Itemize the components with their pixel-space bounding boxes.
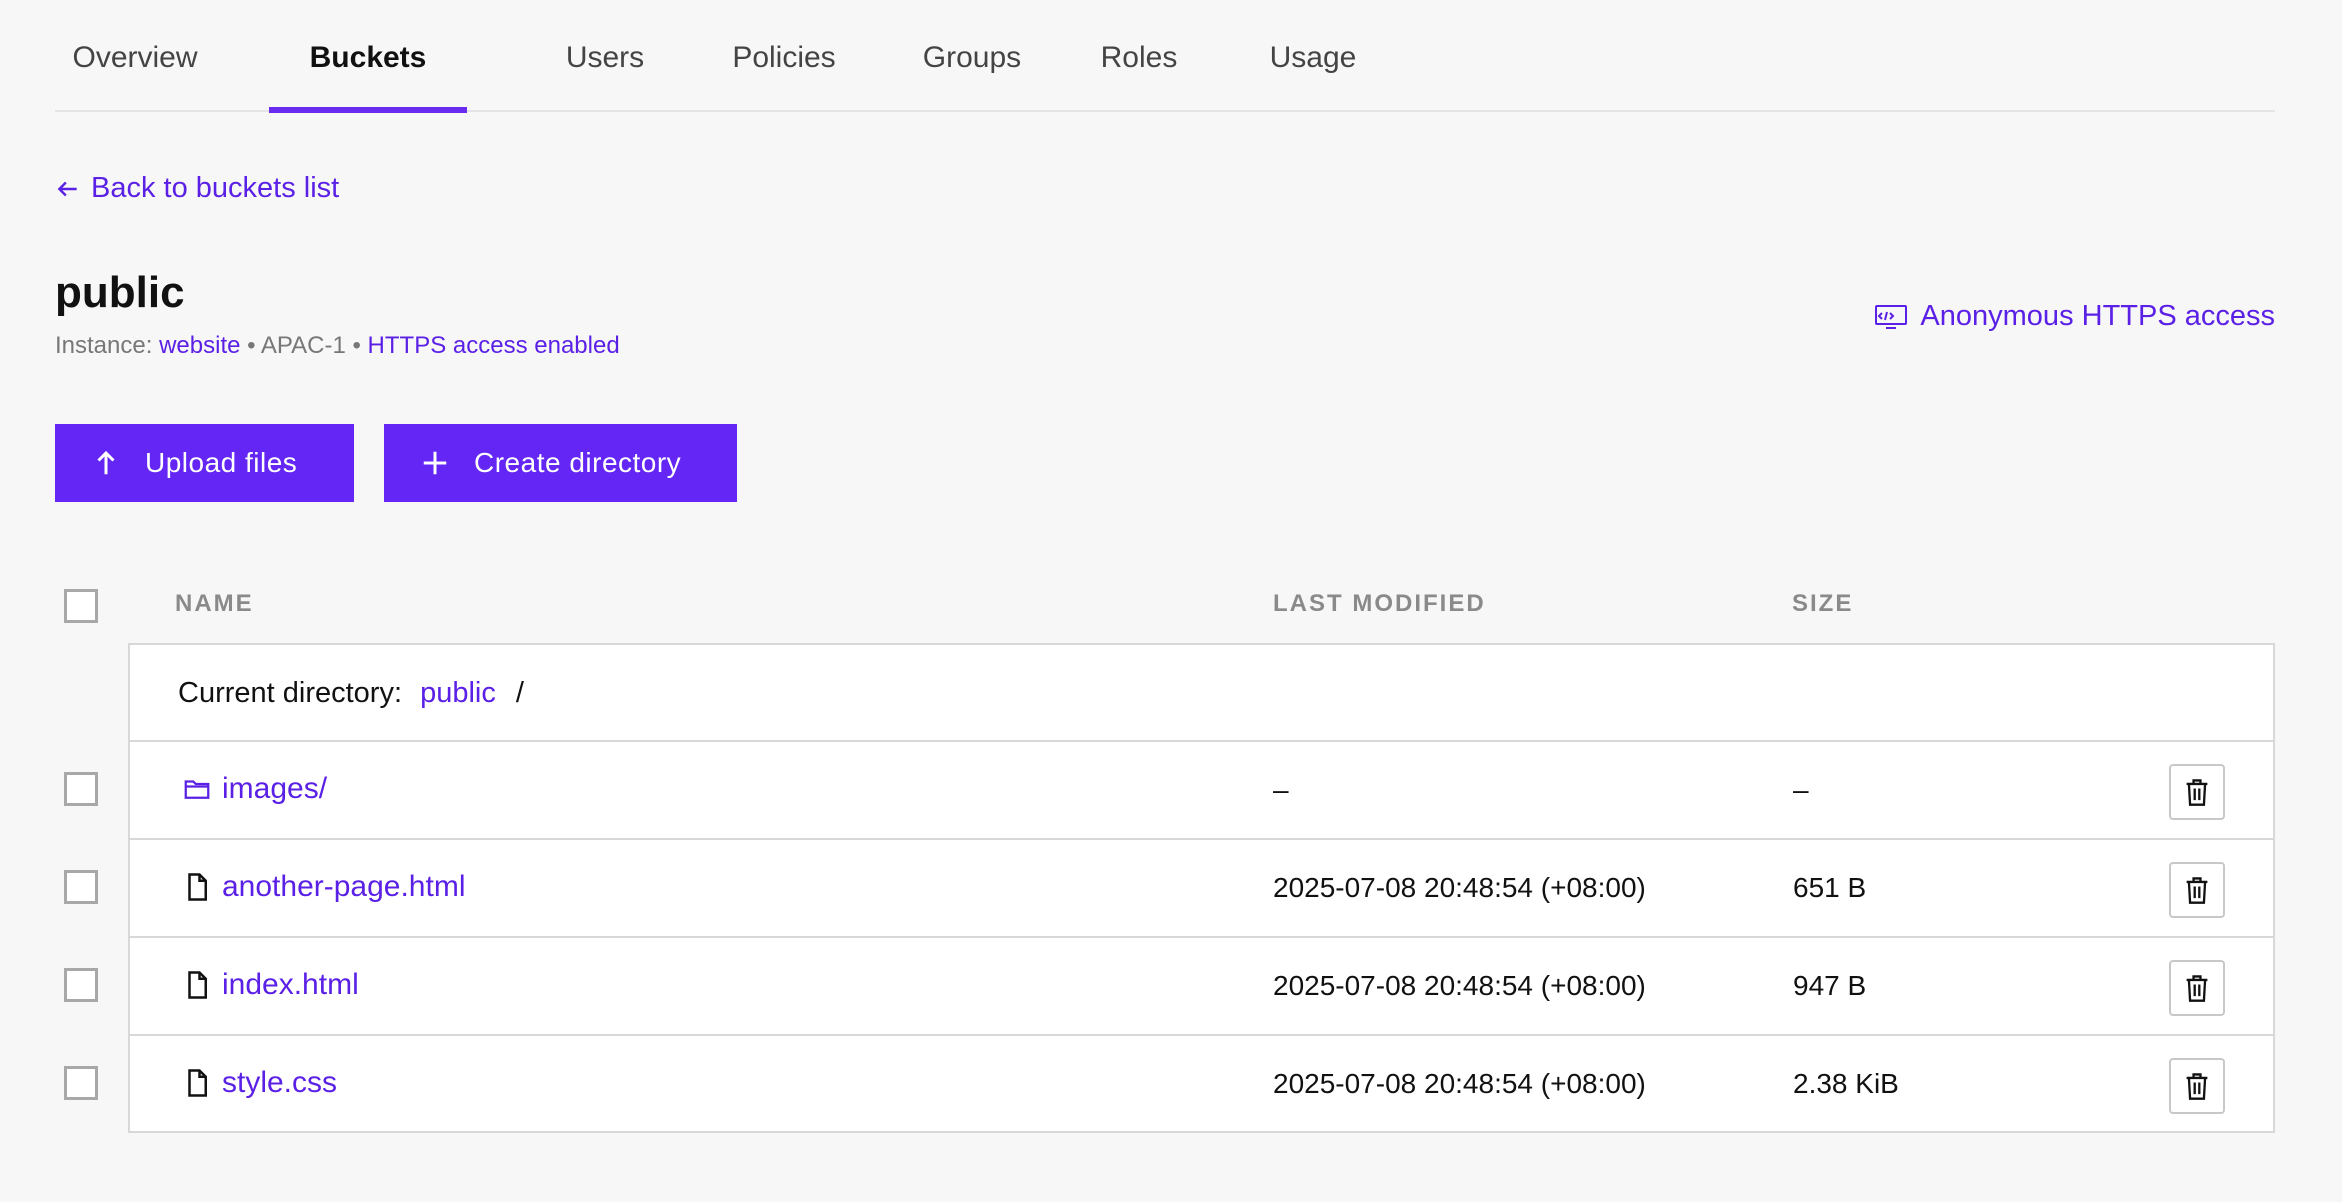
current-directory-label: Current directory: xyxy=(178,677,403,709)
size-cell: 947 B xyxy=(1793,970,1867,1001)
back-link-label: Back to buckets list xyxy=(91,172,340,204)
arrow-up-icon xyxy=(97,450,115,475)
arrow-left-icon xyxy=(57,181,77,196)
trash-icon xyxy=(2186,877,2208,904)
meta-separator: • xyxy=(247,332,256,359)
bucket-meta: Instance: website • APAC-1 • HTTPS acces… xyxy=(55,332,620,360)
tab-bar: Overview Buckets Users Policies Groups R… xyxy=(55,0,2275,113)
last-modified-cell: 2025-07-08 20:48:54 (+08:00) xyxy=(1273,970,1646,1001)
column-size-header[interactable]: SIZE xyxy=(1792,590,1853,618)
page: Overview Buckets Users Policies Groups R… xyxy=(55,0,2275,1133)
folder-name: images/ xyxy=(222,772,328,805)
last-modified-cell: 2025-07-08 20:48:54 (+08:00) xyxy=(1273,1068,1646,1099)
delete-button[interactable] xyxy=(2169,1058,2225,1114)
create-dir-label: Create directory xyxy=(474,447,682,478)
file-name: another-page.html xyxy=(222,870,466,903)
table-header: NAME LAST MODIFIED SIZE xyxy=(55,582,2275,630)
tab-usage[interactable]: Usage xyxy=(1203,0,1423,111)
folder-icon xyxy=(184,780,210,799)
create-directory-button[interactable]: Create directory xyxy=(384,424,737,502)
file-table: Current directory: public / images/ – – … xyxy=(128,643,2275,1133)
size-cell: 651 B xyxy=(1793,872,1867,903)
path-separator: / xyxy=(515,677,524,709)
row-checkbox[interactable] xyxy=(64,1066,98,1100)
row-checkbox[interactable] xyxy=(64,870,98,904)
meta-separator: • xyxy=(352,332,361,359)
file-name-link[interactable]: index.html xyxy=(182,968,359,1002)
tab-overview[interactable]: Overview xyxy=(55,0,215,111)
last-modified-cell: 2025-07-08 20:48:54 (+08:00) xyxy=(1273,872,1646,903)
current-directory: Current directory: public / xyxy=(178,677,524,710)
last-modified-cell: – xyxy=(1273,774,1289,805)
plus-icon xyxy=(423,451,447,475)
column-last-modified-header[interactable]: LAST MODIFIED xyxy=(1273,590,1486,618)
anonymous-https-access-link[interactable]: Anonymous HTTPS access xyxy=(1874,300,2275,333)
instance-link[interactable]: website xyxy=(159,332,240,359)
code-screen-icon xyxy=(1875,304,1908,329)
column-name-header[interactable]: NAME xyxy=(175,590,254,618)
file-name: style.css xyxy=(222,1066,338,1099)
https-status-link[interactable]: HTTPS access enabled xyxy=(368,332,620,359)
trash-icon xyxy=(2186,975,2208,1002)
breadcrumb-public[interactable]: public xyxy=(420,677,496,709)
file-name-link[interactable]: style.css xyxy=(182,1066,337,1100)
anonymous-access-label: Anonymous HTTPS access xyxy=(1920,300,2275,332)
instance-label: Instance: xyxy=(55,332,153,359)
table-row[interactable]: index.html 2025-07-08 20:48:54 (+08:00) … xyxy=(130,938,2273,1036)
tab-buckets[interactable]: Buckets xyxy=(269,0,467,113)
delete-button[interactable] xyxy=(2169,862,2225,918)
delete-button[interactable] xyxy=(2169,764,2225,820)
file-icon xyxy=(188,971,207,999)
back-to-buckets-link[interactable]: Back to buckets list xyxy=(55,172,339,205)
file-icon xyxy=(188,1069,207,1097)
table-row[interactable]: another-page.html 2025-07-08 20:48:54 (+… xyxy=(130,840,2273,938)
upload-files-button[interactable]: Upload files xyxy=(55,424,354,502)
file-icon xyxy=(188,873,207,901)
table-row[interactable]: style.css 2025-07-08 20:48:54 (+08:00) 2… xyxy=(130,1036,2273,1134)
size-cell: 2.38 KiB xyxy=(1793,1068,1899,1099)
table-row[interactable]: images/ – – xyxy=(130,742,2273,840)
size-cell: – xyxy=(1793,774,1809,805)
current-directory-row: Current directory: public / xyxy=(130,645,2273,742)
bucket-title: public xyxy=(55,268,185,317)
row-checkbox[interactable] xyxy=(64,968,98,1002)
trash-icon xyxy=(2186,779,2208,806)
region-label: APAC-1 xyxy=(260,332,346,359)
row-checkbox[interactable] xyxy=(64,772,98,806)
folder-name-link[interactable]: images/ xyxy=(182,772,327,806)
upload-label: Upload files xyxy=(145,447,298,478)
trash-icon xyxy=(2186,1073,2208,1100)
file-name: index.html xyxy=(222,968,359,1001)
select-all-checkbox[interactable] xyxy=(64,589,98,623)
delete-button[interactable] xyxy=(2169,960,2225,1016)
file-name-link[interactable]: another-page.html xyxy=(182,870,466,904)
